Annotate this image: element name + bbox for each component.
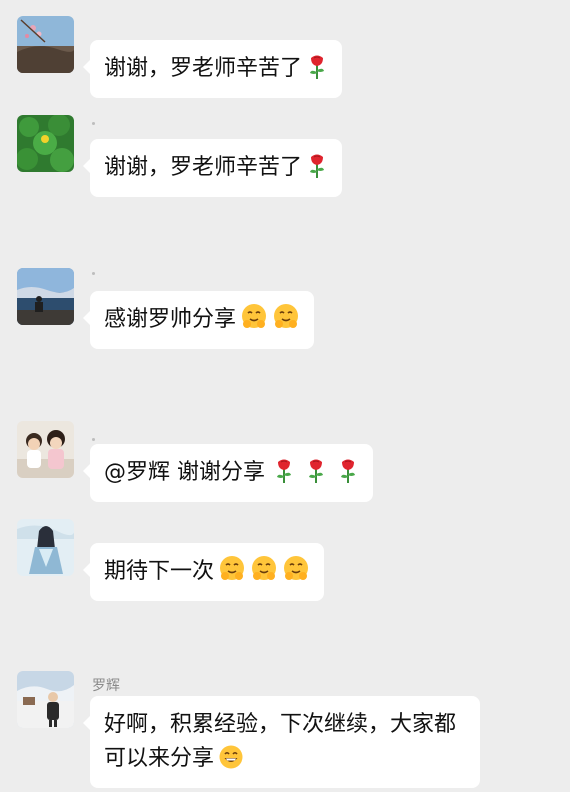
message-bubble[interactable]: @罗辉 谢谢分享 (83, 444, 373, 502)
sender-name-placeholder (92, 272, 95, 275)
avatar[interactable] (17, 421, 74, 478)
rose-icon (273, 458, 295, 484)
message-text: 期待下一次 (104, 559, 215, 584)
message-bubble[interactable]: 感谢罗帅分享 (82, 291, 315, 349)
grin-face-icon (218, 744, 244, 770)
rose-icon (306, 153, 328, 179)
hug-face-icon (240, 303, 268, 331)
avatar[interactable] (17, 519, 74, 576)
message-bubble[interactable]: 期待下一次 (82, 543, 325, 601)
message-bubble[interactable]: 谢谢，罗老师辛苦了 (82, 40, 343, 98)
message-bubble[interactable]: 谢谢，罗老师辛苦了 (82, 139, 343, 197)
avatar[interactable] (17, 268, 74, 325)
hug-face-icon (282, 555, 310, 583)
hug-face-icon (218, 555, 246, 583)
message-text: 感谢罗帅分享 (104, 307, 237, 332)
rose-icon (337, 458, 359, 484)
message-bubble[interactable]: 好啊，积累经验，下次继续，大家都可以来分享 (83, 696, 480, 788)
sender-name-placeholder (92, 438, 95, 441)
sender-name: 罗辉 (92, 678, 120, 694)
message-text: 谢谢，罗老师辛苦了 (104, 155, 303, 180)
message-text: @罗辉 谢谢分享 (104, 460, 265, 485)
message-text: 谢谢，罗老师辛苦了 (104, 56, 303, 81)
avatar[interactable] (17, 16, 74, 73)
sender-name-placeholder (92, 122, 95, 125)
rose-icon (305, 458, 327, 484)
hug-face-icon (250, 555, 278, 583)
hug-face-icon (272, 303, 300, 331)
avatar[interactable] (17, 115, 74, 172)
avatar[interactable] (17, 671, 74, 728)
rose-icon (306, 54, 328, 80)
message-text: 好啊，积累经验，下次继续，大家都可以来分享 (104, 712, 457, 771)
